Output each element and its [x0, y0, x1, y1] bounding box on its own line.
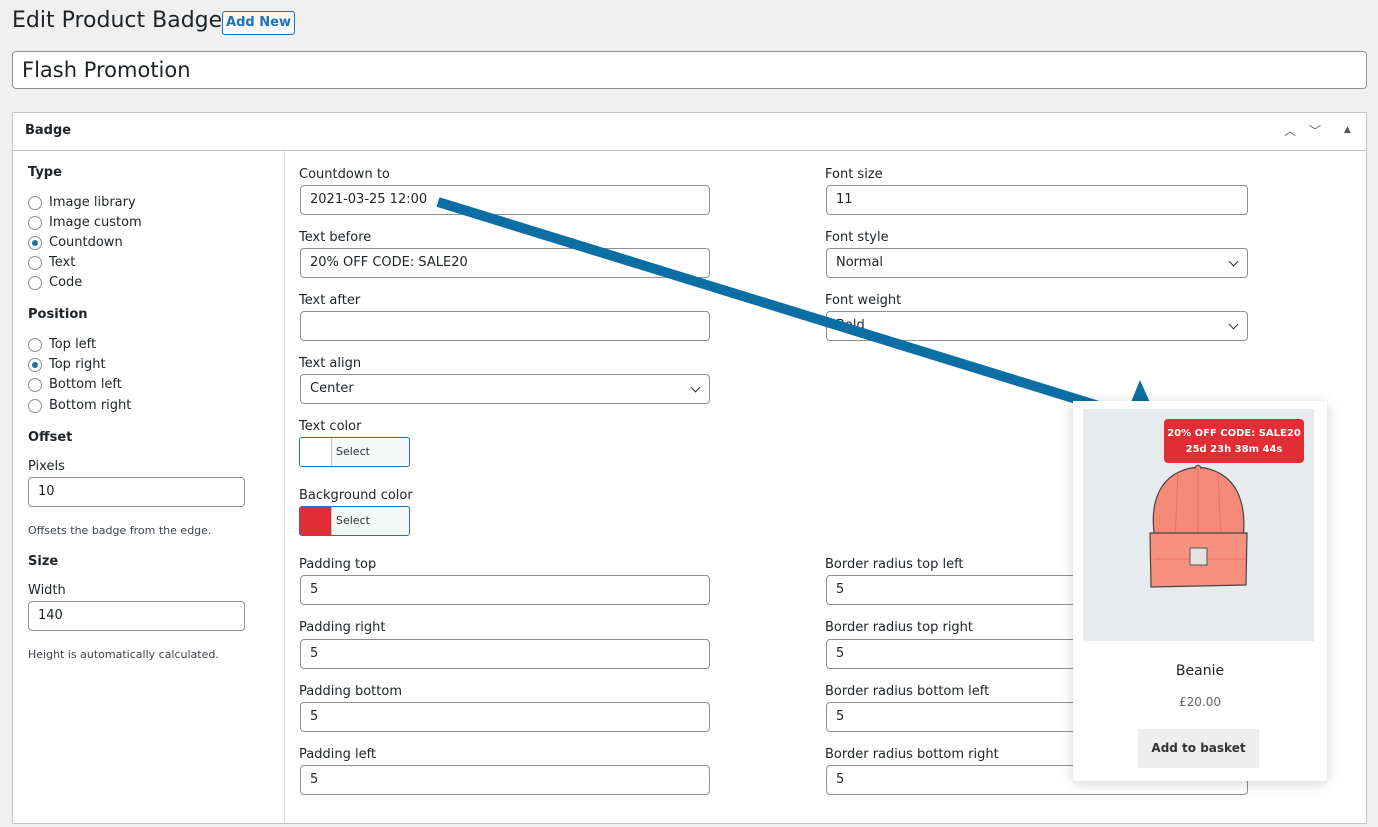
- font-size-label: Font size: [825, 167, 883, 182]
- post-title-input[interactable]: Flash Promotion: [12, 51, 1367, 89]
- font-style-label: Font style: [825, 230, 889, 245]
- position-heading: Position: [28, 307, 88, 322]
- radio-icon[interactable]: [28, 337, 42, 352]
- radio-selected-icon[interactable]: [28, 357, 42, 372]
- type-option-code[interactable]: Code: [28, 274, 82, 292]
- product-image: 20% OFF CODE: SALE20 25d 23h 38m 44s: [1083, 409, 1314, 641]
- pixels-input[interactable]: 10: [28, 477, 245, 507]
- border-radius-bottom-right-label: Border radius bottom right: [825, 747, 999, 762]
- text-color-swatch: [300, 438, 332, 466]
- offset-hint: Offsets the badge from the edge.: [28, 524, 212, 537]
- height-hint: Height is automatically calculated.: [28, 648, 219, 661]
- text-before-input[interactable]: 20% OFF CODE: SALE20: [300, 248, 710, 278]
- border-radius-top-left-label: Border radius top left: [825, 557, 964, 572]
- radio-icon[interactable]: [28, 398, 42, 413]
- padding-right-label: Padding right: [299, 620, 386, 635]
- panel-title: Badge: [25, 123, 72, 138]
- type-heading: Type: [28, 165, 62, 180]
- padding-left-input[interactable]: 5: [300, 765, 710, 795]
- text-color-button-label: Select Colour: [336, 445, 370, 458]
- padding-top-label: Padding top: [299, 557, 377, 572]
- add-new-button[interactable]: Add New: [222, 11, 295, 35]
- product-name[interactable]: Beanie: [1073, 663, 1327, 679]
- product-price: £20.00: [1179, 695, 1221, 709]
- type-option-countdown[interactable]: Countdown: [28, 234, 123, 252]
- text-align-label: Text align: [299, 356, 362, 371]
- padding-bottom-input[interactable]: 5: [300, 702, 710, 732]
- badge-text-before: 20% OFF CODE: SALE20: [1167, 428, 1301, 439]
- collapse-toggle-icon[interactable]: ▲: [1344, 125, 1351, 135]
- padding-right-input[interactable]: 5: [300, 639, 710, 669]
- radio-icon[interactable]: [28, 255, 42, 270]
- border-radius-bottom-left-label: Border radius bottom left: [825, 684, 990, 699]
- text-after-input[interactable]: [300, 311, 710, 341]
- position-option-top-left[interactable]: Top left: [28, 336, 96, 354]
- font-weight-label: Font weight: [825, 293, 902, 308]
- radio-icon[interactable]: [28, 215, 42, 230]
- padding-top-input[interactable]: 5: [300, 575, 710, 605]
- panel-header: Badge ︿ ﹀ ▲: [13, 113, 1366, 151]
- offset-heading: Offset: [28, 430, 73, 445]
- radio-icon[interactable]: [28, 377, 42, 392]
- bg-color-swatch: [300, 507, 332, 535]
- position-option-top-right[interactable]: Top right: [28, 356, 106, 374]
- product-preview-card: 20% OFF CODE: SALE20 25d 23h 38m 44s Bea…: [1073, 401, 1327, 781]
- border-radius-top-right-label: Border radius top right: [825, 620, 974, 635]
- position-option-bottom-right[interactable]: Bottom right: [28, 397, 131, 415]
- radio-icon[interactable]: [28, 195, 42, 210]
- font-style-select[interactable]: Normal: [826, 248, 1248, 278]
- bg-color-label: Background color: [299, 488, 413, 503]
- badge-countdown: 25d 23h 38m 44s: [1185, 444, 1283, 455]
- countdown-label: Countdown to: [299, 167, 390, 182]
- page-title: Edit Product Badge: [12, 8, 223, 33]
- text-align-select[interactable]: Center: [300, 374, 710, 404]
- pixels-label: Pixels: [28, 459, 65, 474]
- position-option-bottom-left[interactable]: Bottom left: [28, 376, 122, 394]
- width-input[interactable]: 140: [28, 601, 245, 631]
- size-heading: Size: [28, 554, 59, 569]
- width-label: Width: [28, 583, 66, 598]
- move-down-icon[interactable]: ﹀: [1309, 122, 1321, 139]
- text-after-label: Text after: [299, 293, 361, 308]
- bg-color-button-label: Select Colour: [336, 514, 370, 527]
- type-option-image-custom[interactable]: Image custom: [28, 214, 142, 232]
- move-up-icon[interactable]: ︿: [1284, 122, 1296, 139]
- countdown-input[interactable]: 2021-03-25 12:00: [300, 185, 710, 215]
- font-size-input[interactable]: 11: [826, 185, 1248, 215]
- text-color-label: Text color: [299, 419, 362, 434]
- padding-left-label: Padding left: [299, 747, 377, 762]
- type-option-text[interactable]: Text: [28, 254, 75, 272]
- add-to-basket-button[interactable]: Add to basket: [1138, 729, 1259, 768]
- font-weight-select[interactable]: Bold: [826, 311, 1248, 341]
- bg-color-picker-button[interactable]: Select Colour: [299, 506, 410, 536]
- countdown-badge: 20% OFF CODE: SALE20 25d 23h 38m 44s: [1164, 419, 1304, 463]
- settings-sidebar: Type Image library Image custom Countdow…: [13, 151, 285, 823]
- text-before-label: Text before: [299, 230, 372, 245]
- padding-bottom-label: Padding bottom: [299, 684, 402, 699]
- type-option-image-library[interactable]: Image library: [28, 194, 136, 212]
- text-color-picker-button[interactable]: Select Colour: [299, 437, 410, 467]
- radio-selected-icon[interactable]: [28, 235, 42, 250]
- radio-icon[interactable]: [28, 275, 42, 290]
